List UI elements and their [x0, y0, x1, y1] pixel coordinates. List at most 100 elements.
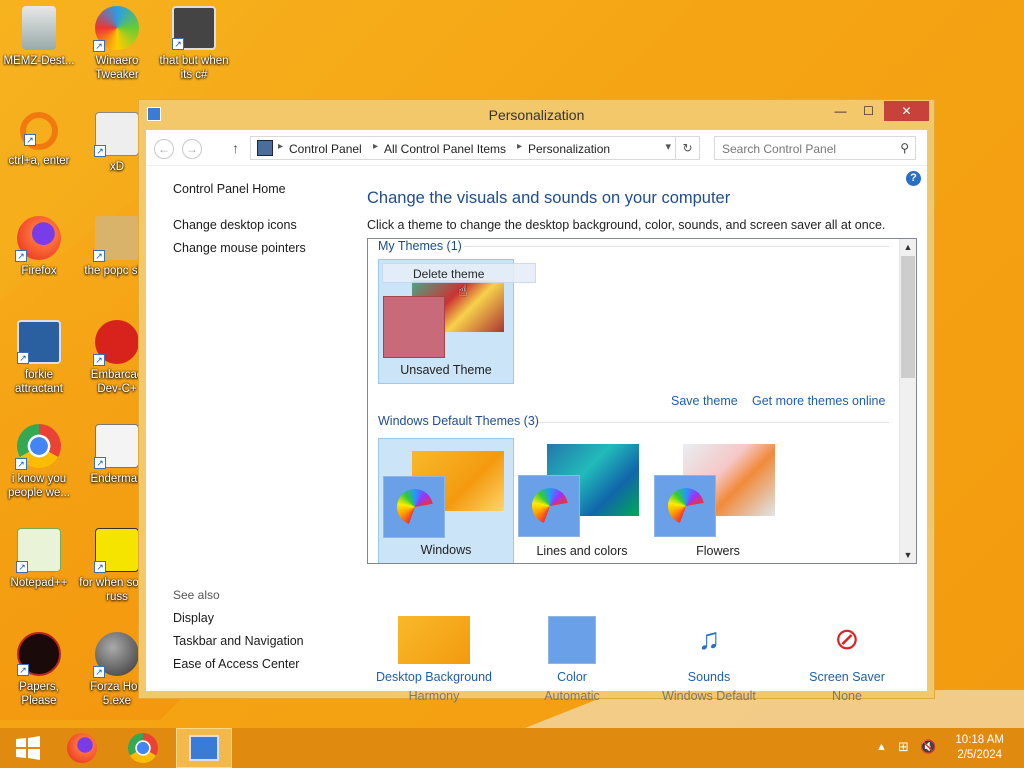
breadcrumb-all-items[interactable]: All Control Panel Items [384, 142, 506, 156]
hxd-icon: ↗ [94, 112, 139, 157]
shortcut-arrow-icon: ↗ [94, 561, 106, 573]
desktop-icon-label: Papers, Please [19, 681, 59, 707]
palette-fan [397, 489, 433, 525]
desktop-icon-label: Notepad++ [10, 577, 68, 589]
setting-label[interactable]: Color [512, 670, 632, 684]
show-hidden-icons-icon[interactable]: ▲ [876, 741, 887, 753]
desktop-icon-ctrla[interactable]: ↗ ctrl+a, enter [1, 112, 77, 168]
music-notes-icon: ♫ [697, 623, 721, 656]
navigation-bar: ← → ↑ ▸ Control Panel ▸ All Control Pane… [146, 130, 927, 166]
window-content: ← → ↑ ▸ Control Panel ▸ All Control Pane… [146, 130, 927, 703]
system-clock[interactable]: 10:18 AM 2/5/2024 [955, 733, 1004, 763]
help-icon[interactable]: ? [906, 171, 921, 186]
desktop-icon-label: forkie attractant [15, 369, 63, 395]
scroll-up-icon[interactable]: ▲ [900, 239, 916, 255]
ease-of-access-link[interactable]: Ease of Access Center [173, 657, 299, 671]
desktop-background-icon [398, 616, 470, 664]
shortcut-arrow-icon: ↗ [93, 666, 105, 678]
taskbar-chrome[interactable] [115, 728, 171, 768]
desktop-icon-notepadpp[interactable]: ↗ Notepad++ [1, 528, 77, 590]
page-heading: Change the visuals and sounds on your co… [367, 189, 731, 207]
taskbar-navigation-link[interactable]: Taskbar and Navigation [173, 634, 304, 648]
setting-label[interactable]: Desktop Background [374, 670, 494, 684]
theme-color-swatch [383, 296, 445, 358]
color-palette-icon [518, 475, 580, 537]
windows-logo-icon [16, 736, 40, 760]
start-button[interactable] [0, 728, 56, 768]
color-palette-icon [654, 475, 716, 537]
clock-date: 2/5/2024 [957, 749, 1003, 761]
close-button[interactable]: ✕ [884, 101, 929, 121]
back-icon[interactable]: ← [154, 139, 174, 159]
screen-saver-setting[interactable]: ⊘ Screen Saver None [787, 616, 907, 703]
address-bar[interactable]: ▸ Control Panel ▸ All Control Panel Item… [250, 136, 700, 160]
search-input[interactable]: Search Control Panel ⚲ [714, 136, 916, 160]
desktop-icon-papers[interactable]: ↗ Papers, Please [1, 632, 77, 708]
my-themes-label: My Themes (1) [378, 239, 462, 253]
winaero-icon: ↗ [93, 6, 139, 52]
scroll-thumb[interactable] [901, 256, 915, 378]
taskbar-control-panel[interactable] [176, 728, 232, 768]
papers-please-icon: ↗ [17, 632, 61, 676]
desktop-background-setting[interactable]: Desktop Background Harmony [374, 616, 494, 703]
shortcut-arrow-icon: ↗ [93, 354, 105, 366]
change-mouse-pointers-link[interactable]: Change mouse pointers [173, 241, 306, 255]
chevron-right-icon: ▸ [517, 141, 523, 152]
taskbar: ▲ ⊞ 🔇 10:18 AM 2/5/2024 [0, 728, 1024, 768]
shortcut-arrow-icon: ↗ [15, 458, 27, 470]
setting-value: None [832, 689, 862, 703]
refresh-icon[interactable]: ↻ [675, 137, 699, 159]
display-link[interactable]: Display [173, 611, 214, 625]
theme-tile-flowers[interactable]: Flowers [650, 438, 786, 563]
flash-icon: ↗ [93, 632, 139, 678]
image-file-icon: ↗ [94, 528, 139, 573]
breadcrumb-control-panel[interactable]: Control Panel [289, 142, 362, 156]
window-title: Personalization [488, 107, 585, 123]
setting-value: Windows Default [662, 689, 756, 703]
desktop-icon-label: Winaero Tweaker [95, 55, 139, 81]
theme-tile-windows[interactable]: Windows [378, 438, 514, 563]
search-icon[interactable]: ⚲ [900, 141, 909, 155]
chevron-down-icon[interactable]: ▾ [665, 140, 671, 153]
volume-muted-icon[interactable]: 🔇 [920, 739, 936, 755]
sounds-setting[interactable]: ♫ Sounds Windows Default [649, 616, 769, 703]
scroll-down-icon[interactable]: ▼ [900, 547, 916, 563]
theme-label: Windows [420, 543, 472, 557]
desktop-icon-memz[interactable]: MEMZ-Dest... [1, 6, 77, 68]
desktop-icon-thatbut[interactable]: ↗ that but when its c# [156, 6, 232, 82]
network-icon[interactable]: ⊞ [898, 739, 909, 755]
breadcrumb-personalization[interactable]: Personalization [528, 142, 610, 156]
minimize-button[interactable]: — [827, 101, 854, 121]
folder-icon: ↗ [93, 216, 139, 262]
desktop-icon-firefox[interactable]: ↗ Firefox [1, 216, 77, 278]
save-theme-link[interactable]: Save theme [671, 394, 738, 408]
setting-label[interactable]: Sounds [649, 670, 769, 684]
chevron-right-icon: ▸ [373, 141, 379, 152]
hand-cursor-icon: ☝ [458, 283, 468, 300]
context-menu-delete-theme[interactable]: Delete theme [382, 263, 536, 283]
magnifier-icon: ↗ [20, 112, 58, 150]
control-panel-home-link[interactable]: Control Panel Home [173, 182, 286, 196]
themes-scrollbar[interactable]: ▲ ▼ [899, 239, 916, 563]
shortcut-arrow-icon: ↗ [17, 664, 29, 676]
change-desktop-icons-link[interactable]: Change desktop icons [173, 218, 297, 232]
get-more-themes-link[interactable]: Get more themes online [752, 394, 885, 408]
firefox-icon [67, 733, 97, 763]
up-arrow-icon[interactable]: ↑ [232, 140, 239, 156]
forward-icon[interactable]: → [182, 139, 202, 159]
delete-theme-label: Delete theme [413, 267, 485, 281]
taskbar-firefox[interactable] [54, 728, 110, 768]
desktop-icon-winaero[interactable]: ↗ Winaero Tweaker [79, 6, 155, 82]
desktop-icon-chrome[interactable]: ↗ i know you people we... [1, 424, 77, 500]
maximize-button[interactable]: ☐ [855, 101, 882, 121]
setting-label[interactable]: Screen Saver [787, 670, 907, 684]
title-bar[interactable]: Personalization — ☐ ✕ [139, 100, 934, 130]
desktop-icon-label: Firefox [21, 265, 57, 277]
color-setting[interactable]: Color Automatic [512, 616, 632, 703]
theme-tile-lines-colors[interactable]: Lines and colors [514, 438, 650, 563]
see-also-heading: See also [173, 588, 220, 602]
desktop-icon-forkie[interactable]: ↗ forkie attractant [1, 320, 77, 396]
shortcut-arrow-icon: ↗ [15, 250, 27, 262]
search-placeholder: Search Control Panel [722, 142, 837, 156]
chevron-right-icon: ▸ [278, 141, 284, 152]
